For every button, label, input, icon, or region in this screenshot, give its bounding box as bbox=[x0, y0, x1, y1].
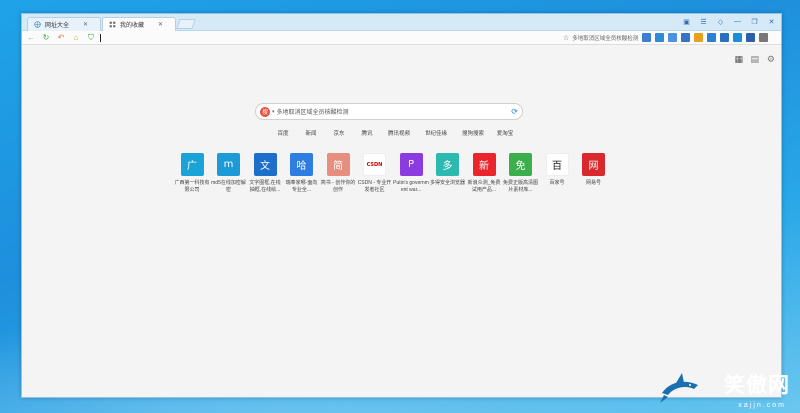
text-cursor bbox=[100, 34, 101, 42]
refresh-icon[interactable]: ↻ bbox=[40, 32, 52, 44]
quick-link[interactable]: 搜狗搜索 bbox=[455, 129, 491, 137]
quick-link[interactable]: 爱淘宝 bbox=[491, 129, 519, 137]
search-icon[interactable]: ⟳ bbox=[511, 107, 518, 116]
site-label: 广西第一科技有限公司 bbox=[174, 180, 210, 193]
speed-dial: 广 广西第一科技有限公司 m md5在线加密解密 文 文字图框,在线抽框,在线绘… bbox=[174, 153, 612, 194]
undo-icon[interactable]: ↶ bbox=[55, 32, 67, 44]
site-label: 网易号 bbox=[585, 180, 601, 186]
site-tile[interactable]: m bbox=[217, 153, 240, 176]
site-tile[interactable]: 文 bbox=[253, 153, 277, 176]
speed-dial-item[interactable]: 文 文字图框,在线抽框,在线绘... bbox=[247, 153, 283, 194]
title-bar: 网址大全 ✕ 我的收藏 ✕ ▣ ☰ ◇ — ❐ ✕ bbox=[22, 14, 781, 31]
globe-icon bbox=[34, 21, 41, 28]
chevron-down-icon[interactable]: ▾ bbox=[272, 109, 275, 115]
top-search-text: 多地取消区域全员核酸检测 bbox=[572, 36, 639, 42]
layout-icon[interactable]: ▤ bbox=[750, 54, 759, 65]
speed-dial-item[interactable]: 百 百家号 bbox=[539, 153, 575, 194]
site-tile[interactable]: P bbox=[399, 153, 423, 176]
extension-icon[interactable] bbox=[707, 33, 716, 42]
tab-site-directory[interactable]: 网址大全 ✕ bbox=[27, 17, 101, 31]
site-label: 多得安全浏览器 bbox=[429, 180, 465, 186]
site-tile[interactable]: 简 bbox=[326, 153, 350, 176]
site-tile[interactable]: 网 bbox=[582, 153, 605, 176]
new-tab-page: ▦ ▤ ⚙ 搜 ▾ 多地取消区域全员核酸检测 ⟳ 百度 新闻 京东 腾讯 腾讯视… bbox=[22, 46, 781, 397]
tab-label: 我的收藏 bbox=[120, 23, 145, 29]
menu-icon[interactable]: ☰ bbox=[698, 16, 709, 27]
site-label: 新浪众测_免费试用产品... bbox=[467, 180, 501, 193]
back-icon[interactable]: ← bbox=[25, 32, 37, 44]
site-tile[interactable]: CSDN bbox=[363, 153, 386, 176]
extension-icon[interactable] bbox=[668, 33, 677, 42]
site-label: 免费正版高清图片素材库... bbox=[502, 180, 538, 193]
extension-icon[interactable] bbox=[733, 33, 742, 42]
watermark-url: xajjn.com bbox=[738, 402, 786, 409]
navigation-bar: ← ↻ ↶ ⌂ ⛉ ☆ 多地取消区域全员核酸检测 bbox=[22, 31, 781, 45]
site-label: CSDN - 专业开发者社区 bbox=[357, 180, 392, 193]
site-label: 简书 - 创作你的创作 bbox=[320, 180, 356, 193]
speed-dial-item[interactable]: 新 新浪众测_免费试用产品... bbox=[466, 153, 502, 194]
site-tile[interactable]: 哈 bbox=[290, 153, 313, 176]
star-icon[interactable]: ☆ bbox=[563, 34, 569, 42]
speed-dial-item[interactable]: m md5在线加密解密 bbox=[211, 153, 247, 194]
tab-close-icon[interactable]: ✕ bbox=[158, 21, 163, 28]
extension-icon[interactable] bbox=[642, 33, 651, 42]
quick-link[interactable]: 新闻 bbox=[297, 129, 325, 137]
site-label: 百家号 bbox=[549, 180, 565, 186]
speed-dial-item[interactable]: 网 网易号 bbox=[576, 153, 612, 194]
address-bar[interactable] bbox=[100, 33, 530, 43]
quick-links: 百度 新闻 京东 腾讯 腾讯视频 世纪佳缘 搜狗搜索 爱淘宝 bbox=[269, 129, 519, 137]
close-window-icon[interactable]: ✕ bbox=[766, 16, 777, 27]
speed-dial-item[interactable]: P Putin's government war... bbox=[393, 153, 429, 194]
toolbar-extensions bbox=[642, 33, 768, 42]
tab-label: 网址大全 bbox=[45, 23, 70, 29]
quick-link[interactable]: 腾讯 bbox=[353, 129, 381, 137]
grid-icon bbox=[109, 21, 116, 28]
quick-link[interactable]: 京东 bbox=[325, 129, 353, 137]
extension-icon[interactable] bbox=[655, 33, 664, 42]
menu-icon[interactable] bbox=[759, 33, 768, 42]
speed-dial-item[interactable]: 多 多得安全浏览器 bbox=[430, 153, 466, 194]
skin-icon[interactable]: ◇ bbox=[715, 16, 726, 27]
speed-dial-item[interactable]: 广 广西第一科技有限公司 bbox=[174, 153, 210, 194]
extension-icon[interactable] bbox=[681, 33, 690, 42]
new-tab-button[interactable] bbox=[176, 19, 196, 29]
quick-link[interactable]: 世纪佳缘 bbox=[417, 129, 455, 137]
search-input[interactable]: 多地取消区域全员核酸检测 bbox=[277, 107, 349, 116]
extension-icon[interactable] bbox=[720, 33, 729, 42]
settings-gear-icon[interactable]: ⚙ bbox=[767, 54, 775, 65]
tab-close-icon[interactable]: ✕ bbox=[83, 21, 88, 28]
shark-icon bbox=[660, 373, 698, 403]
site-label: 文字图框,在线抽框,在线绘... bbox=[249, 180, 281, 193]
apps-grid-icon[interactable]: ▦ bbox=[734, 54, 743, 65]
search-box[interactable]: 搜 ▾ 多地取消区域全员核酸检测 ⟳ bbox=[255, 103, 523, 120]
tab-favorites[interactable]: 我的收藏 ✕ bbox=[102, 17, 176, 31]
speed-dial-item[interactable]: CSDN CSDN - 专业开发者社区 bbox=[357, 153, 393, 194]
site-label: Putin's government war... bbox=[393, 180, 429, 193]
window-controls: ▣ ☰ ◇ — ❐ ✕ bbox=[681, 16, 777, 27]
download-icon[interactable] bbox=[746, 33, 755, 42]
site-tile[interactable]: 新 bbox=[472, 153, 496, 176]
speed-dial-item[interactable]: 免 免费正版高清图片素材库... bbox=[503, 153, 539, 194]
browser-window: 网址大全 ✕ 我的收藏 ✕ ▣ ☰ ◇ — ❐ ✕ ← ↻ ↶ ⌂ ⛉ ☆ 多地… bbox=[21, 13, 782, 398]
site-tile[interactable]: 广 bbox=[180, 153, 204, 176]
shield-icon[interactable]: ⛉ bbox=[85, 32, 97, 44]
maximize-icon[interactable]: ❐ bbox=[749, 16, 760, 27]
sidebar-icon[interactable]: ▣ bbox=[681, 16, 692, 27]
extension-icon[interactable] bbox=[694, 33, 703, 42]
watermark-logo: 笑傲网 xajjn.com bbox=[660, 369, 790, 409]
home-icon[interactable]: ⌂ bbox=[70, 32, 82, 44]
minimize-icon[interactable]: — bbox=[732, 16, 743, 27]
site-label: md5在线加密解密 bbox=[211, 180, 246, 193]
site-tile[interactable]: 免 bbox=[509, 153, 532, 176]
site-tile[interactable]: 多 bbox=[436, 153, 459, 176]
watermark-brand: 笑傲网 bbox=[724, 373, 790, 397]
quick-link[interactable]: 腾讯视频 bbox=[381, 129, 417, 137]
speed-dial-item[interactable]: 简 简书 - 创作你的创作 bbox=[320, 153, 356, 194]
speed-dial-item[interactable]: 哈 瑞奉家哪-面向专业全... bbox=[284, 153, 320, 194]
search-engine-icon[interactable]: 搜 bbox=[260, 106, 270, 117]
site-label: 瑞奉家哪-面向专业全... bbox=[285, 180, 318, 193]
quick-link[interactable]: 百度 bbox=[269, 129, 297, 137]
site-tile[interactable]: 百 bbox=[545, 153, 569, 176]
